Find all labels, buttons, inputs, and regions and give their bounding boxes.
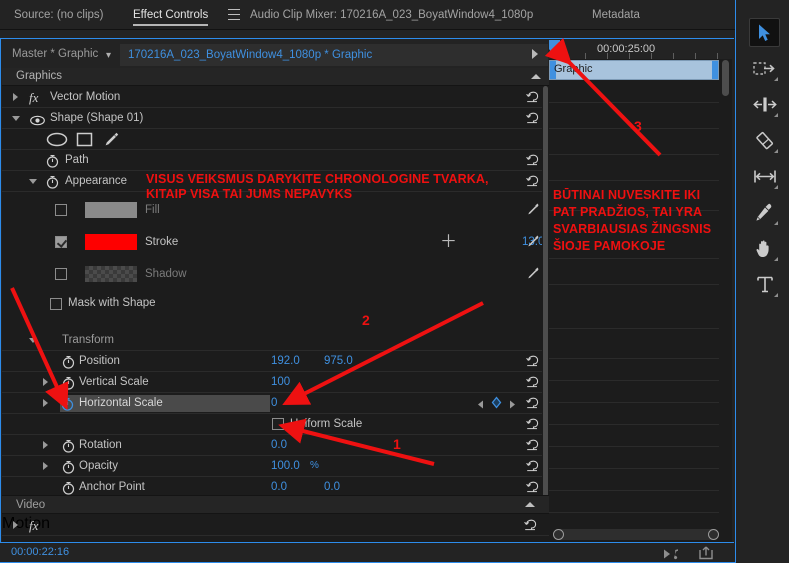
razor-tool[interactable] [749, 126, 780, 155]
tool-flyout-corner-icon[interactable] [774, 257, 778, 261]
tool-flyout-corner-icon[interactable] [774, 149, 778, 153]
annotation-marker-1: 1 [393, 436, 401, 452]
annotation-note-right-line1: BŪTINAI NUVESKITE IKI [553, 188, 701, 202]
annotation-note-right-line4: ŠIOJE PAMOKOJE [553, 239, 666, 253]
ripple-edit-tool[interactable] [749, 90, 780, 119]
type-tool[interactable] [749, 270, 780, 299]
hand-tool[interactable] [749, 234, 780, 263]
tool-flyout-corner-icon[interactable] [774, 221, 778, 225]
selection-tool[interactable] [749, 18, 780, 47]
active-panel-highlight-inner [0, 38, 734, 543]
premiere-pro-effect-controls-window: Source: (no clips) Effect Controls Audio… [0, 0, 789, 563]
pen-tool[interactable] [749, 198, 780, 227]
tools-panel [740, 0, 789, 563]
annotation-marker-2: 2 [362, 312, 370, 328]
annotation-note-main-line2: KITAIP VISA TAI JUMS NEPAVYKS [146, 187, 353, 201]
annotation-marker-3: 3 [634, 118, 642, 134]
tool-flyout-corner-icon[interactable] [774, 77, 778, 81]
slip-tool[interactable] [749, 162, 780, 191]
annotation-note-right-line3: SVARBIAUSIAS ŽINGSNIS [553, 222, 712, 236]
track-select-forward-tool[interactable] [749, 54, 780, 83]
tool-flyout-corner-icon[interactable] [774, 293, 778, 297]
tool-flyout-corner-icon[interactable] [774, 185, 778, 189]
annotation-note-main-line1: VISUS VEIKSMUS DARYKITE CHRONOLOGINE TVA… [146, 172, 489, 186]
tool-flyout-corner-icon[interactable] [774, 113, 778, 117]
annotation-note-right-line2: PAT PRADŽIOS, TAI YRA [553, 205, 703, 219]
